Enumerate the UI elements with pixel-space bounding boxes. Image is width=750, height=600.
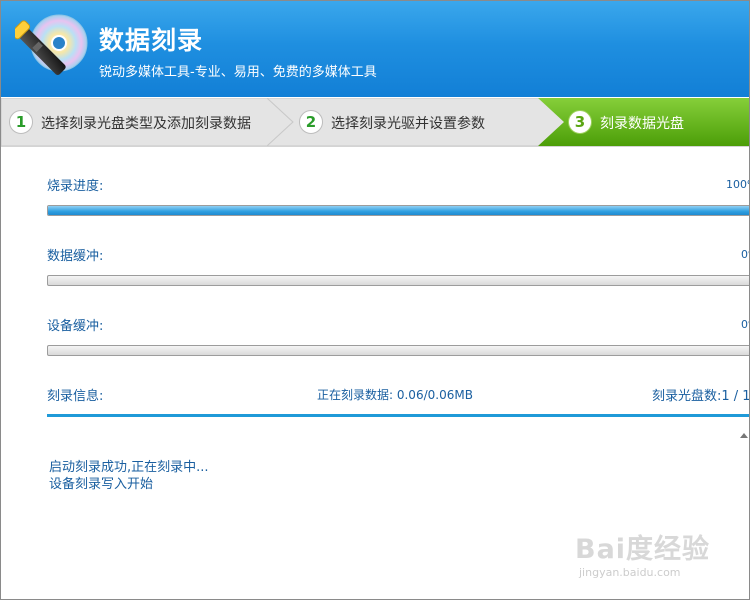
burn-progress-fill [48, 206, 749, 215]
log-line: 设备刻录写入开始 [49, 477, 154, 492]
burn-log: 启动刻录成功,正在刻录中... 设备刻录写入开始 [49, 459, 209, 493]
device-buffer-bar [47, 345, 749, 356]
app-subtitle: 锐动多媒体工具-专业、易用、免费的多媒体工具 [99, 65, 377, 80]
step-1[interactable]: 1 选择刻录光盘类型及添加刻录数据 [1, 98, 297, 146]
step-2-number: 2 [299, 110, 323, 134]
step-3-number: 3 [568, 110, 592, 134]
log-line: 启动刻录成功,正在刻录中... [49, 460, 209, 475]
step-2-label: 选择刻录光驱并设置参数 [331, 116, 485, 132]
data-buffer-label: 数据缓冲: [47, 249, 104, 264]
step-3-label: 刻录数据光盘 [600, 116, 684, 132]
device-buffer-label: 设备缓冲: [47, 319, 104, 334]
disc-count-status: 刻录光盘数:1 / 1 [652, 389, 750, 404]
device-buffer-percent: 0% [741, 318, 749, 331]
scroll-up-arrow-icon[interactable] [740, 433, 748, 438]
disc-with-flashlight-icon [15, 14, 88, 75]
watermark-main: Bai度经验 [575, 534, 711, 565]
window: 数据刻录 锐动多媒体工具-专业、易用、免费的多媒体工具 1 选择刻录光盘类型及添… [0, 0, 750, 600]
wizard-steps: 1 选择刻录光盘类型及添加刻录数据 2 选择刻录光驱并设置参数 3 刻录数据光盘 [1, 98, 749, 147]
step-1-number: 1 [9, 110, 33, 134]
step-2[interactable]: 2 选择刻录光驱并设置参数 [267, 98, 567, 146]
burn-info-label: 刻录信息: [47, 389, 104, 404]
step-1-label: 选择刻录光盘类型及添加刻录数据 [41, 116, 251, 132]
app-title: 数据刻录 [99, 26, 204, 55]
data-buffer-percent: 0% [741, 248, 749, 261]
burn-progress-label: 烧录进度: [47, 179, 104, 194]
watermark-sub: jingyan.baidu.com [579, 566, 681, 579]
data-buffer-bar [47, 275, 749, 286]
header-banner: 数据刻录 锐动多媒体工具-专业、易用、免费的多媒体工具 [1, 1, 749, 97]
burn-progress-percent: 100% [726, 178, 749, 191]
info-divider [47, 414, 749, 417]
step-3[interactable]: 3 刻录数据光盘 [538, 98, 749, 146]
baidu-watermark: Bai度经验 jingyan.baidu.com [575, 527, 710, 579]
burn-progress-bar [47, 205, 749, 216]
burn-data-status: 正在刻录数据: 0.06/0.06MB [317, 388, 473, 402]
